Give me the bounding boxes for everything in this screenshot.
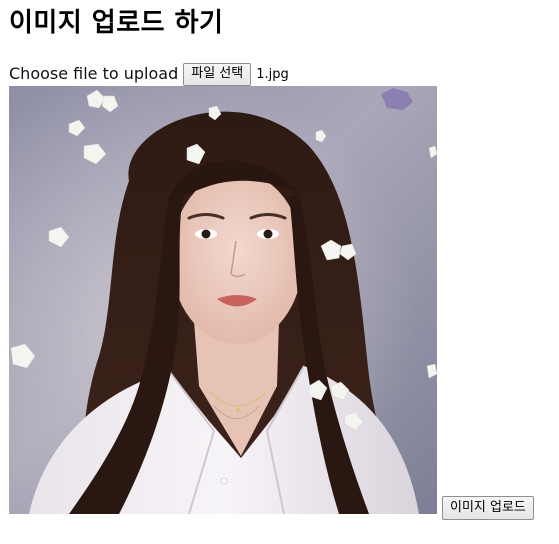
face: [171, 172, 303, 344]
selected-file-name: 1.jpg: [256, 66, 289, 82]
page-title: 이미지 업로드 하기: [9, 8, 224, 38]
file-upload-row: Choose file to upload 파일 선택 1.jpg: [9, 62, 289, 86]
choose-file-button[interactable]: 파일 선택: [183, 62, 252, 86]
upload-label: Choose file to upload: [9, 64, 179, 83]
upload-image-button[interactable]: 이미지 업로드: [442, 496, 534, 520]
uploaded-image-preview: [9, 86, 437, 514]
